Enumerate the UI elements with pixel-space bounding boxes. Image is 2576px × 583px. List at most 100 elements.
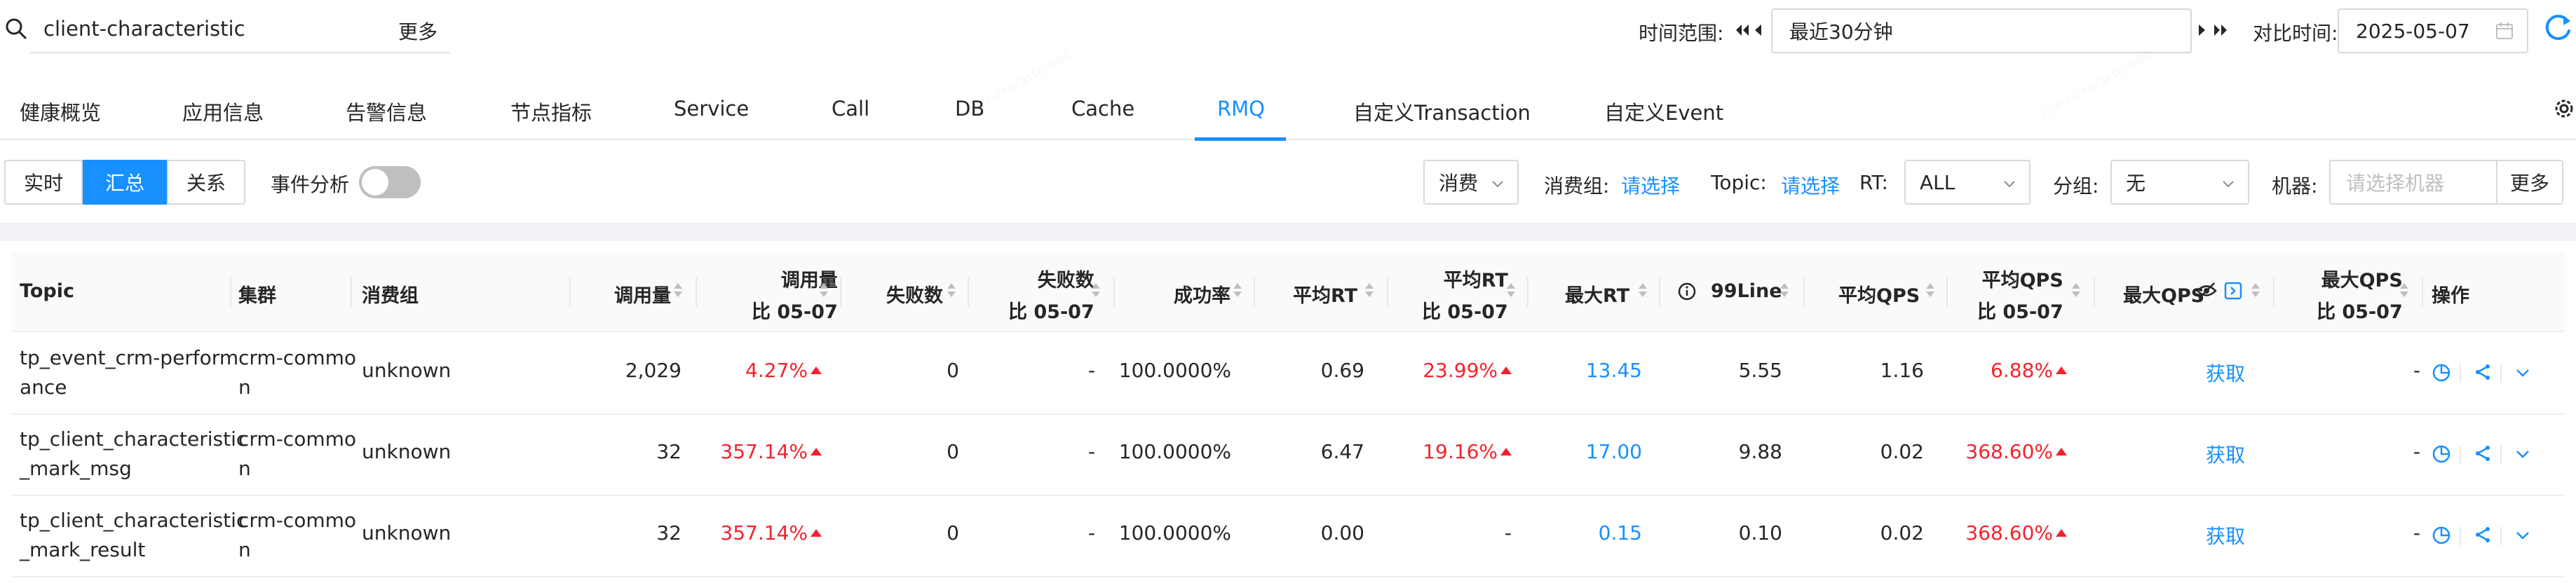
success-rate-cell: 100.0000% [1118, 440, 1231, 463]
cluster-line2: n [238, 457, 251, 480]
sort-icon[interactable] [1364, 282, 1374, 299]
caret-left-icon[interactable] [1753, 21, 1763, 39]
caret-right-icon[interactable] [2197, 21, 2207, 39]
cluster-line1: crm-commo [238, 427, 356, 451]
failures-compare-cell: - [1087, 440, 1095, 463]
tab-app-info[interactable]: 应用信息 [182, 97, 264, 126]
sort-icon[interactable] [1506, 282, 1516, 299]
sort-icon[interactable] [1638, 282, 1648, 299]
tab-custom-event[interactable]: 自定义Event [1604, 97, 1723, 126]
sort-icon[interactable] [2399, 282, 2409, 299]
topic-line2: _mark_result [20, 538, 146, 561]
chart-icon[interactable] [2432, 526, 2451, 550]
col-calls[interactable]: 调用量 [614, 280, 671, 308]
event-analysis-toggle[interactable] [359, 166, 421, 198]
double-right-icon[interactable] [2213, 21, 2228, 39]
mode-select[interactable]: 消费 [1423, 160, 1519, 205]
segment-summary[interactable]: 汇总 [83, 160, 167, 205]
time-range-select[interactable]: 最近30分钟 [1771, 8, 2192, 53]
avg-qps-compare-cell: 6.88% [1991, 359, 2067, 382]
col-divider [696, 277, 697, 307]
col-failures-compare-line2: 比 05-07 [1008, 301, 1094, 323]
expand-icon[interactable] [2224, 282, 2242, 300]
share-icon[interactable] [2474, 444, 2492, 467]
col-max-rt[interactable]: 最大RT [1565, 280, 1629, 308]
col-avg-qps[interactable]: 平均QPS [1838, 280, 1920, 308]
table-row: tp_client_characteristic _mark_msg crm-com… [13, 415, 2565, 496]
refresh-icon[interactable] [2542, 11, 2573, 45]
avg-rt-compare-cell: 19.16% [1423, 440, 1512, 463]
sort-icon[interactable] [1925, 282, 1935, 299]
search-more-button[interactable]: 更多 [398, 17, 438, 45]
sort-icon[interactable] [2071, 282, 2081, 299]
topic-line1: tp_event_crm-perform [20, 346, 239, 369]
consumer-group-picker[interactable]: 请选择 [1621, 171, 1680, 199]
avg-rt-cell: 0.69 [1320, 359, 1364, 382]
info-icon[interactable] [1677, 282, 1697, 301]
fetch-max-qps-link[interactable]: 获取 [2206, 440, 2245, 468]
tab-health-overview[interactable]: 健康概览 [20, 97, 101, 126]
sort-icon[interactable] [673, 282, 683, 299]
sort-icon[interactable] [947, 282, 956, 299]
cluster-cell: crm-commo n [238, 343, 356, 402]
chevron-down-icon[interactable] [2514, 526, 2531, 549]
table-row: tp_event_crm-perform ance crm-commo n unknow… [13, 334, 2565, 415]
gear-icon[interactable] [2552, 97, 2576, 121]
col-avg-qps-compare-line2: 比 05-07 [1977, 301, 2063, 323]
filter-more-button[interactable]: 更多 [2496, 160, 2563, 205]
chevron-down-icon[interactable] [2514, 444, 2531, 467]
avg-qps-cell: 0.02 [1880, 440, 1924, 463]
search-icon[interactable] [4, 17, 28, 41]
tab-service[interactable]: Service [674, 97, 749, 121]
share-icon[interactable] [2474, 363, 2492, 386]
col-avg-qps-compare[interactable]: 平均QPS 比 05-07 [1977, 265, 2063, 324]
sort-icon[interactable] [1091, 282, 1101, 299]
tab-rmq[interactable]: RMQ [1217, 97, 1265, 121]
toggle-knob [362, 169, 388, 196]
machine-input[interactable]: 请选择机器 [2329, 160, 2497, 205]
col-topic: Topic [20, 280, 74, 302]
segment-realtime[interactable]: 实时 [4, 160, 83, 205]
calls-cell: 32 [656, 440, 682, 463]
tab-cache[interactable]: Cache [1071, 97, 1134, 121]
failures-cell: 0 [947, 521, 959, 544]
col-avg-rt-compare[interactable]: 平均RT 比 05-07 [1422, 265, 1508, 324]
sort-icon[interactable] [819, 282, 829, 299]
fetch-max-qps-link[interactable]: 获取 [2206, 521, 2245, 549]
tab-alerts[interactable]: 告警信息 [346, 97, 427, 126]
col-calls-compare-line2: 比 05-07 [752, 301, 838, 323]
double-left-icon[interactable] [1735, 21, 1750, 39]
fetch-max-qps-link[interactable]: 获取 [2206, 359, 2245, 387]
col-failures-compare[interactable]: 失败数比 05-07 [1008, 265, 1094, 324]
topic-picker[interactable]: 请选择 [1781, 171, 1840, 199]
search-input[interactable]: client-characteristic [43, 17, 245, 41]
col-failures[interactable]: 失败数 [886, 280, 943, 308]
compare-date-picker[interactable]: 2025-05-07 [2338, 8, 2528, 53]
increase-arrow-icon [811, 448, 822, 455]
col-99line[interactable]: 99Line [1711, 280, 1782, 302]
tab-node-metrics[interactable]: 节点指标 [510, 97, 592, 126]
share-icon[interactable] [2474, 526, 2492, 549]
group-select[interactable]: 无 [2110, 160, 2249, 205]
col-max-qps-compare[interactable]: 最大QPS 比 05-07 [2317, 265, 2403, 324]
sort-icon[interactable] [2251, 282, 2260, 299]
action-divider [2460, 527, 2461, 545]
avg-qps-compare-cell: 368.60% [1965, 440, 2067, 463]
avg-qps-compare-cell-value: 368.60% [1965, 440, 2053, 463]
col-success-rate[interactable]: 成功率 [1174, 280, 1231, 308]
chevron-down-icon[interactable] [2514, 363, 2531, 386]
chart-icon[interactable] [2432, 444, 2451, 469]
col-max-qps[interactable]: 最大QPS [2123, 280, 2204, 308]
col-divider [1659, 277, 1660, 307]
col-divider [1946, 277, 1948, 307]
sort-icon[interactable] [1233, 282, 1242, 299]
sort-icon[interactable] [1780, 282, 1789, 299]
col-avg-rt[interactable]: 平均RT [1293, 280, 1357, 308]
tab-custom-transaction[interactable]: 自定义Transaction [1353, 97, 1531, 126]
rt-select[interactable]: ALL [1904, 160, 2031, 205]
chart-icon[interactable] [2432, 363, 2451, 387]
segment-relation[interactable]: 关系 [167, 160, 245, 205]
calls-compare-cell-value: 357.14% [720, 440, 808, 463]
tab-call[interactable]: Call [832, 97, 869, 121]
eye-off-icon[interactable] [2196, 282, 2217, 300]
